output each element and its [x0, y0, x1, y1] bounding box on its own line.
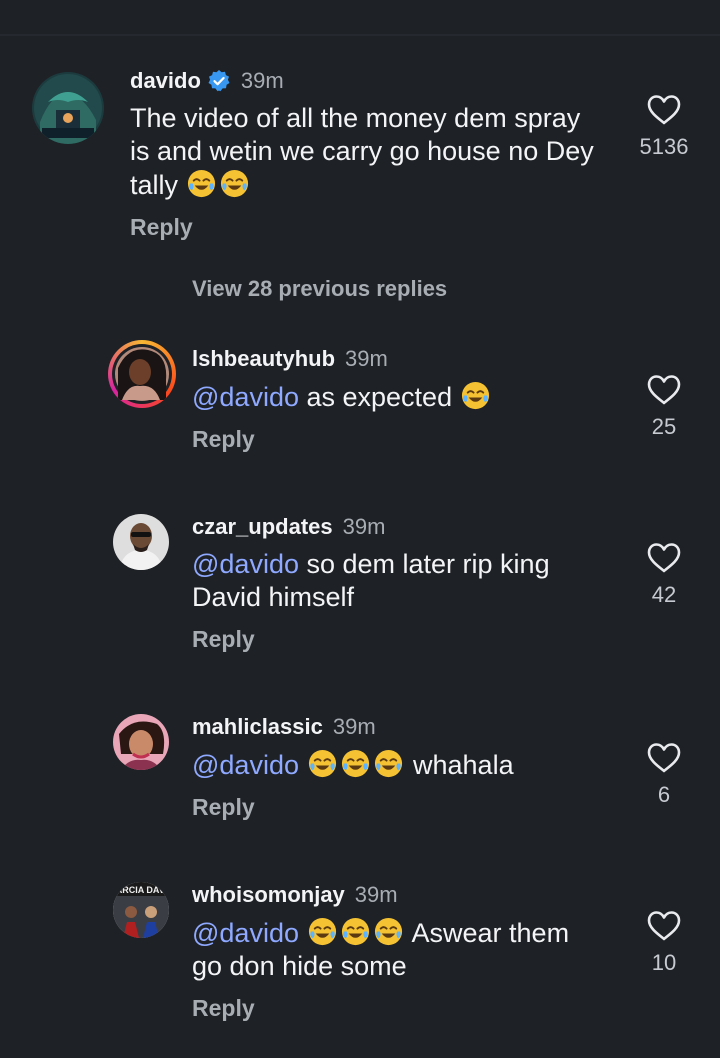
- mention-link[interactable]: @davido: [192, 918, 299, 948]
- reply-comment: GARCIA DAVIS whoisomonjay 39m @davido As…: [0, 880, 720, 1040]
- avatar-image-icon: [113, 714, 169, 770]
- heart-outline-icon[interactable]: [647, 374, 681, 406]
- top-divider: [0, 34, 720, 36]
- like-count: 25: [651, 414, 677, 439]
- avatar-image-icon: [113, 514, 169, 570]
- comment-time: 39m: [345, 346, 388, 371]
- user-avatar[interactable]: GARCIA DAVIS: [113, 882, 169, 938]
- comment-time: 39m: [332, 714, 376, 739]
- laughing-emoji-icon: [340, 748, 371, 779]
- comment-text-line: The video of all the money dem spray: [130, 103, 581, 133]
- svg-text:GARCIA DAVIS: GARCIA DAVIS: [113, 885, 169, 895]
- comment-username[interactable]: lshbeautyhub: [192, 346, 335, 372]
- reply-comment: mahliclassic 39m @davido whahala Reply 6: [0, 712, 720, 842]
- like-control[interactable]: 6: [624, 742, 704, 808]
- laughing-emoji-icon: [186, 168, 217, 199]
- reply-button[interactable]: Reply: [192, 426, 662, 453]
- comment-text-line: is and wetin we carry go house no Dey: [130, 136, 594, 166]
- comment-username[interactable]: davido: [130, 68, 201, 94]
- heart-outline-icon[interactable]: [647, 542, 681, 574]
- comment-text: @davido whahala: [192, 748, 514, 780]
- comment-text: @davido as expected: [192, 380, 662, 414]
- user-avatar[interactable]: [113, 714, 169, 770]
- heart-outline-icon[interactable]: [647, 910, 681, 942]
- heart-outline-icon[interactable]: [647, 742, 681, 774]
- comment-text: @davido so dem later rip king David hims…: [192, 549, 550, 612]
- like-count: 10: [651, 950, 677, 975]
- avatar-image-icon: GARCIA DAVIS: [113, 882, 169, 938]
- mention-link[interactable]: @davido: [192, 549, 299, 579]
- comment-time: 39m: [354, 882, 398, 907]
- laughing-emoji-icon: [307, 916, 338, 947]
- like-control[interactable]: 42: [624, 542, 704, 608]
- avatar-image-icon: [32, 72, 104, 144]
- laughing-emoji-icon: [307, 748, 338, 779]
- reply-button[interactable]: Reply: [192, 626, 662, 653]
- comment-username[interactable]: mahliclassic: [192, 714, 323, 740]
- mention-link[interactable]: @davido: [192, 382, 299, 412]
- laughing-emoji-icon: [460, 380, 491, 411]
- user-avatar[interactable]: [32, 72, 104, 144]
- comment-username[interactable]: czar_updates: [192, 514, 333, 540]
- reply-button[interactable]: Reply: [130, 214, 600, 241]
- reply-button[interactable]: Reply: [192, 995, 662, 1022]
- verified-badge-icon: [208, 70, 230, 92]
- laughing-emoji-icon: [340, 916, 371, 947]
- comment-text: The video of all the money dem spray is …: [130, 102, 600, 202]
- laughing-emoji-icon: [219, 168, 250, 199]
- reply-comment: lshbeautyhub 39m @davido as expected Rep…: [0, 340, 720, 474]
- like-control[interactable]: 25: [624, 374, 704, 440]
- reply-button[interactable]: Reply: [192, 794, 662, 821]
- like-count: 42: [651, 582, 677, 607]
- comment-text: @davido Aswear them go don hide some: [192, 916, 570, 981]
- like-control[interactable]: 5136: [624, 94, 704, 160]
- view-previous-replies-link[interactable]: View 28 previous replies: [192, 276, 447, 302]
- like-control[interactable]: 10: [624, 910, 704, 976]
- heart-outline-icon[interactable]: [647, 94, 681, 126]
- mention-link[interactable]: @davido: [192, 750, 299, 780]
- laughing-emoji-icon: [373, 916, 404, 947]
- comment-username[interactable]: whoisomonjay: [192, 882, 345, 908]
- comment-time: 39m: [240, 68, 284, 93]
- comment-text-line: tally: [130, 170, 179, 200]
- reply-comment: czar_updates 39m @davido so dem later ri…: [0, 512, 720, 672]
- like-count: 6: [657, 782, 671, 807]
- main-comment: davido 39m The video of all the money de…: [0, 66, 720, 256]
- user-avatar[interactable]: [108, 340, 176, 408]
- comment-time: 39m: [342, 514, 386, 539]
- laughing-emoji-icon: [373, 748, 404, 779]
- user-avatar[interactable]: [113, 514, 169, 570]
- like-count: 5136: [639, 134, 689, 159]
- avatar-image-icon: [112, 344, 172, 404]
